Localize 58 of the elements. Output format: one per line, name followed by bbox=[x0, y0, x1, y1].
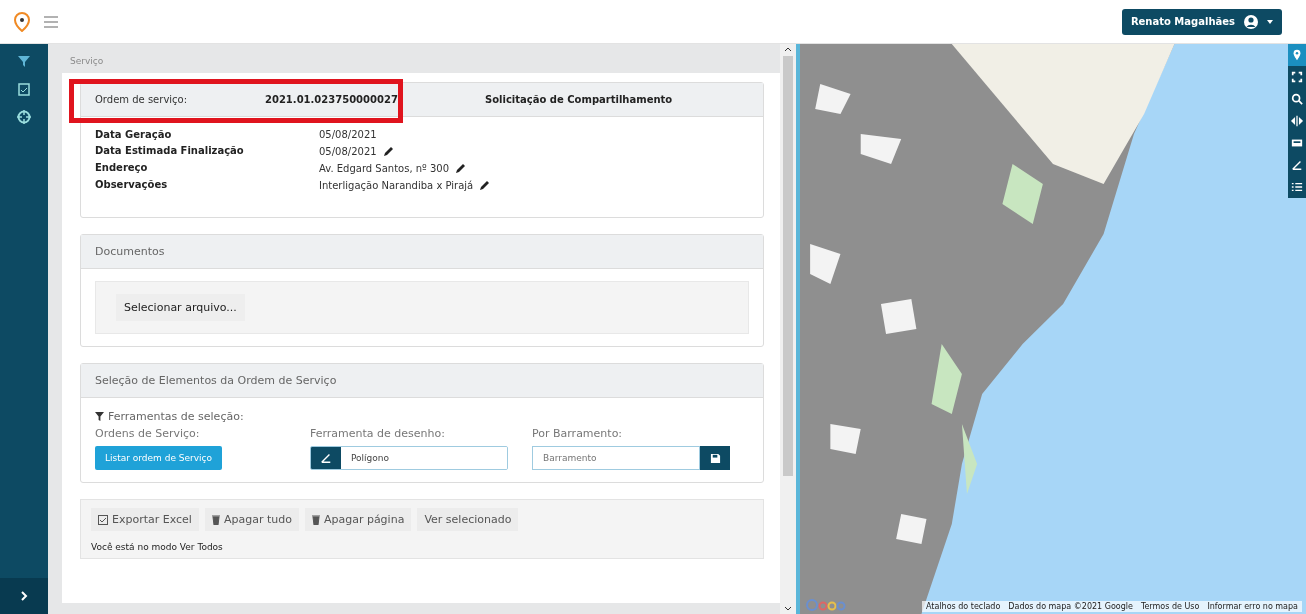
pencil-icon[interactable] bbox=[479, 179, 492, 191]
toolbar-button[interactable]: Apagar página bbox=[304, 508, 412, 531]
draw-icon[interactable] bbox=[1291, 159, 1303, 171]
filter-icon[interactable] bbox=[17, 54, 31, 68]
order-number: 2021.01.023750000027 bbox=[265, 94, 399, 105]
field-label: Ferramenta de desenho: bbox=[310, 427, 446, 440]
bus-field[interactable]: Barramento bbox=[532, 446, 700, 470]
map-footer-link[interactable]: Dados do mapa ©2021 Google bbox=[1008, 602, 1133, 611]
field-value: 05/08/2021 bbox=[319, 129, 377, 140]
field-label: Endereço bbox=[95, 162, 149, 174]
field-label: Data Geração bbox=[95, 129, 173, 140]
field-value: 05/08/2021 bbox=[319, 145, 377, 157]
user-avatar-icon bbox=[1243, 13, 1259, 30]
field-label: Data Estimada Finalização bbox=[95, 145, 245, 157]
checkbox-icon bbox=[98, 514, 108, 525]
user-menu-button[interactable]: Renato Magalhães bbox=[1121, 8, 1282, 35]
mode-text: Você está no modo Ver Todos bbox=[91, 542, 223, 552]
select-file-button[interactable]: Selecionar arquivo... bbox=[116, 294, 245, 321]
card-title: Seleção de Elementos da Ordem de Serviço bbox=[95, 374, 337, 387]
location-pin-logo[interactable] bbox=[14, 11, 30, 32]
scroll-down-icon[interactable] bbox=[784, 606, 792, 612]
pan-arrows-icon[interactable] bbox=[1291, 115, 1303, 127]
scrollbar-thumb[interactable] bbox=[783, 56, 793, 476]
tools-label: Ferramentas de seleção: bbox=[108, 410, 244, 423]
order-label: Ordem de serviço: bbox=[95, 94, 189, 105]
chevron-right-icon[interactable] bbox=[20, 591, 28, 601]
map-footer-link[interactable]: Termos de Uso bbox=[1140, 602, 1200, 611]
fullscreen-icon[interactable] bbox=[1291, 71, 1303, 83]
field-label: Observações bbox=[95, 179, 169, 191]
trash-icon bbox=[211, 514, 220, 525]
location-pin-icon[interactable] bbox=[1291, 49, 1303, 61]
trash-icon bbox=[311, 514, 320, 525]
caret-icon bbox=[1267, 19, 1273, 24]
field-label: Ordens de Serviço: bbox=[95, 427, 201, 440]
filter-icon bbox=[95, 412, 104, 421]
field-label: Por Barramento: bbox=[532, 427, 624, 440]
drawing-tool-field[interactable]: Polígono bbox=[310, 446, 508, 470]
toolbar-button[interactable]: Exportar Excel bbox=[91, 508, 199, 531]
draw-icon bbox=[320, 452, 332, 464]
card-title: Documentos bbox=[95, 245, 165, 258]
save-button[interactable] bbox=[700, 446, 730, 470]
map-footer-link[interactable]: Atalhos do teclado bbox=[925, 602, 1001, 611]
toolbar-button[interactable]: Apagar tudo bbox=[204, 508, 299, 531]
google-logo-icon bbox=[806, 598, 846, 612]
scroll-up-icon[interactable] bbox=[784, 46, 792, 52]
toolbar-button[interactable]: Ver selecionado bbox=[417, 508, 519, 531]
save-icon bbox=[709, 452, 721, 464]
pencil-icon[interactable] bbox=[382, 145, 395, 157]
map-footer-link[interactable]: Informar erro no mapa bbox=[1207, 602, 1298, 611]
field-value: Av. Edgard Santos, nº 300 bbox=[319, 162, 450, 174]
crosshair-icon[interactable] bbox=[17, 110, 31, 124]
card-icon[interactable] bbox=[1291, 137, 1303, 149]
clipboard-icon[interactable] bbox=[18, 82, 30, 96]
list-icon[interactable] bbox=[1291, 181, 1303, 193]
search-icon[interactable] bbox=[1291, 93, 1303, 105]
order-type: Solicitação de Compartilhamento bbox=[485, 94, 674, 105]
field-value: Interligação Narandiba x Pirajá bbox=[319, 179, 474, 191]
pencil-icon[interactable] bbox=[455, 162, 468, 174]
